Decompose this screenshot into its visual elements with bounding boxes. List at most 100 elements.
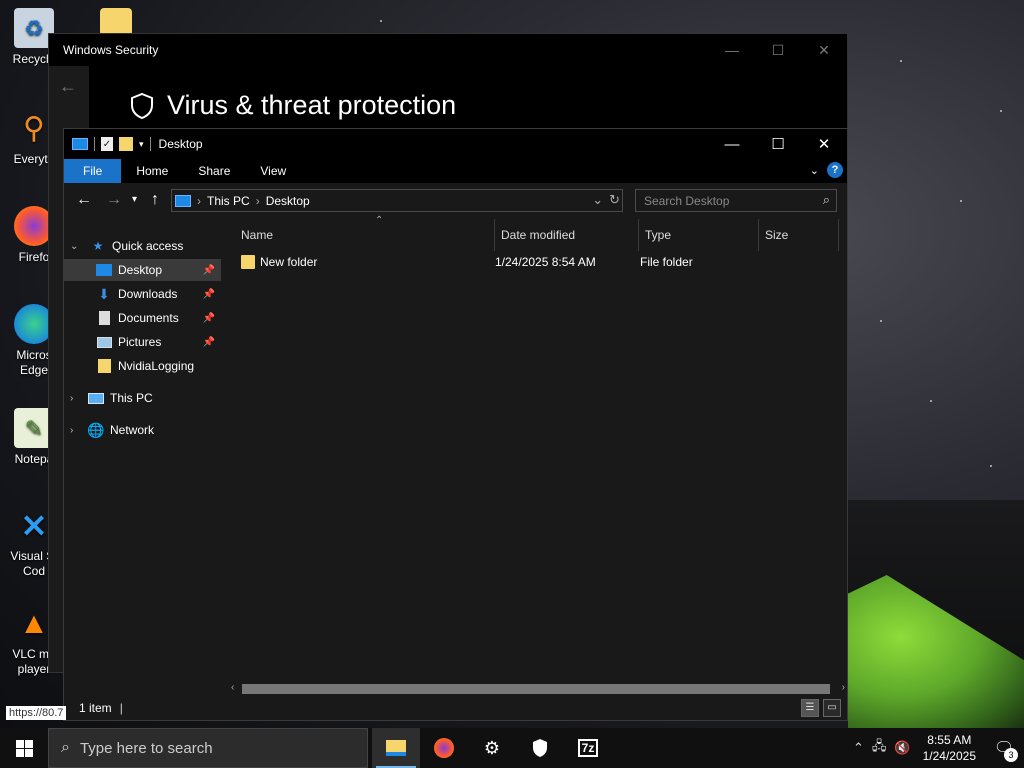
security-heading: Virus & threat protection [129,90,456,121]
taskbar-windows-security[interactable] [516,728,564,768]
computer-icon[interactable] [72,138,88,150]
chevron-down-icon[interactable]: ⌄ [592,192,603,208]
tab-view[interactable]: View [245,159,301,183]
column-header-size[interactable]: Size [759,219,839,251]
expand-ribbon-icon[interactable]: ⌄ [810,164,819,177]
back-arrow-icon[interactable]: ← [76,191,92,209]
file-type: File folder [640,255,693,269]
url-tooltip: https://80.7 [6,706,67,720]
notification-center-button[interactable]: 🗨 3 [984,728,1024,768]
up-arrow-icon[interactable]: ↑ [151,191,159,209]
download-arrow-icon: ⬇ [98,285,110,302]
help-icon[interactable]: ? [827,162,843,178]
clock[interactable]: 8:55 AM 1/24/2025 [915,732,984,764]
sidebar-item-quick-access[interactable]: ⌄ ★ Quick access [64,235,221,257]
minimize-button[interactable]: — [709,34,755,66]
sidebar-item-documents[interactable]: Documents 📌 [64,307,221,329]
details-view-icon[interactable]: ☰ [801,699,819,717]
column-header-type[interactable]: Type [639,219,759,251]
customize-qat-icon[interactable]: ▾ [139,139,144,150]
column-header-name[interactable]: Name ⌃ [235,215,495,251]
file-date: 1/24/2025 8:54 AM [495,255,596,269]
back-arrow-icon[interactable]: ← [59,76,77,97]
sidebar-item-network[interactable]: › 🌐 Network [64,419,221,441]
maximize-button[interactable]: ☐ [755,129,801,159]
document-icon [96,311,112,325]
taskbar-settings[interactable]: ⚙ [468,728,516,768]
sidebar-item-pictures[interactable]: Pictures 📌 [64,331,221,353]
picture-icon [96,335,112,349]
status-bar: 1 item | ☰ ▭ [64,696,847,720]
refresh-icon[interactable]: ↻ [609,192,620,208]
file-name: New folder [260,255,318,269]
pin-icon: 📌 [202,312,215,324]
sidebar-item-nvidialogging[interactable]: NvidiaLogging [64,355,221,377]
tab-home[interactable]: Home [121,159,183,183]
chevron-right-icon[interactable]: › [70,393,73,404]
volume-muted-icon[interactable]: 🔇 [890,740,914,756]
network-status-icon[interactable]: 🖧 [868,737,891,759]
file-explorer-window: ✓ ▾ Desktop — ☐ ✕ File Home Share View ⌄… [63,128,848,721]
new-folder-icon[interactable] [119,137,133,151]
taskbar-file-explorer[interactable] [372,728,420,768]
chevron-down-icon[interactable]: ⌄ [70,241,78,252]
sidebar-item-this-pc[interactable]: › This PC [64,387,221,409]
chevron-right-icon[interactable]: › [70,425,73,436]
gear-icon: ⚙ [483,737,501,758]
security-window-title: Windows Security [63,43,159,57]
file-list: Name ⌃ Date modified Type Size New folde… [221,215,847,696]
pin-icon: 📌 [202,336,215,348]
folder-icon [96,359,112,373]
tab-share[interactable]: Share [183,159,245,183]
taskbar: ⌕ Type here to search ⚙ 7z ⌃ 🖧 🔇 8:55 AM… [0,728,1024,768]
search-input[interactable]: Search Desktop ⌕ [635,189,837,212]
close-button[interactable]: ✕ [801,129,847,159]
scrollbar-thumb[interactable] [242,684,830,694]
horizontal-scrollbar[interactable]: ‹ › [229,682,847,696]
close-button[interactable]: ✕ [801,34,847,66]
this-pc-icon [175,194,191,207]
taskbar-search-box[interactable]: ⌕ Type here to search [48,728,368,768]
taskbar-7zip[interactable]: 7z [564,728,612,768]
scroll-right-icon[interactable]: › [842,682,845,693]
tab-file[interactable]: File [64,159,122,183]
sidebar-item-downloads[interactable]: ⬇ Downloads 📌 [64,283,221,305]
item-count: 1 item [79,701,112,715]
explorer-titlebar: ✓ ▾ Desktop — ☐ ✕ [64,129,847,159]
firefox-icon [434,738,454,758]
show-hidden-icons-chevron-icon[interactable]: ⌃ [849,740,868,756]
computer-icon [88,391,104,405]
ribbon-tabs: File Home Share View ⌄ ? [64,159,847,183]
large-icons-view-icon[interactable]: ▭ [823,699,841,717]
pin-icon: 📌 [202,264,215,276]
pin-icon: 📌 [202,288,215,300]
properties-icon[interactable]: ✓ [101,137,113,151]
start-button[interactable] [0,728,48,768]
sort-ascending-icon: ⌃ [375,215,384,226]
clock-date: 1/24/2025 [922,749,976,763]
system-tray: ⌃ 🖧 🔇 8:55 AM 1/24/2025 🗨 3 [849,728,1024,768]
navigation-pane: ⌄ ★ Quick access Desktop 📌 ⬇ Downloads 📌… [64,219,221,696]
taskbar-firefox[interactable] [420,728,468,768]
chevron-right-icon: › [255,193,260,208]
minimize-button[interactable]: — [709,129,755,159]
network-icon: 🌐 [87,421,105,438]
breadcrumb-this-pc[interactable]: This PC [207,194,250,208]
windows-logo-icon [15,739,33,757]
folder-icon [241,255,255,269]
address-bar[interactable]: › This PC › Desktop ⌄ ↻ [171,189,623,212]
notification-badge: 3 [1004,748,1018,762]
column-header-date-modified[interactable]: Date modified [495,219,639,251]
forward-arrow-icon[interactable]: → [106,191,122,209]
7zip-icon: 7z [577,739,599,757]
maximize-button[interactable]: ☐ [755,34,801,66]
search-icon: ⌕ [822,192,830,207]
shield-icon [533,739,547,757]
sidebar-item-desktop[interactable]: Desktop 📌 [64,259,221,281]
recent-locations-chevron-icon[interactable]: ▾ [132,194,137,205]
folder-icon [100,8,132,36]
chevron-right-icon: › [197,193,201,208]
breadcrumb-desktop[interactable]: Desktop [266,194,310,208]
table-row[interactable]: New folder 1/24/2025 8:54 AM File folder [241,251,801,273]
scroll-left-icon[interactable]: ‹ [231,682,234,693]
